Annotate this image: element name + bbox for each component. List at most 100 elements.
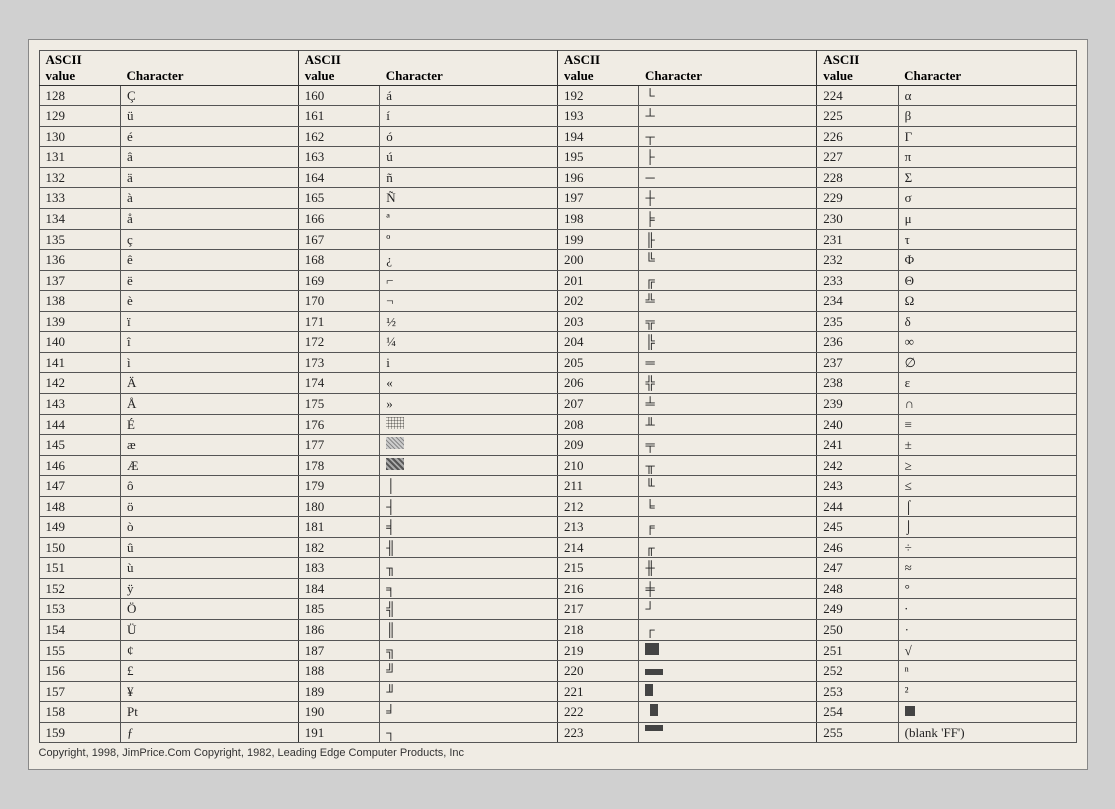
cell-char-1-1: í bbox=[380, 106, 558, 127]
cell-char-17-3: ± bbox=[898, 435, 1076, 456]
cell-char-0-3: α bbox=[898, 85, 1076, 106]
cell-char-21-3: ⌡ bbox=[898, 517, 1076, 538]
cell-char-13-0: ì bbox=[120, 352, 298, 373]
cell-val-3-0: 131 bbox=[39, 147, 120, 168]
table-row: 146Æ178210╥242≥ bbox=[39, 455, 1076, 476]
cell-val-8-3: 232 bbox=[817, 250, 898, 271]
cell-val-20-1: 180 bbox=[298, 496, 379, 517]
cell-char-14-3: ε bbox=[898, 373, 1076, 394]
table-row: 142Ä174«206╬238ε bbox=[39, 373, 1076, 394]
cell-char-9-2: ╔ bbox=[639, 270, 817, 291]
cell-val-22-3: 246 bbox=[817, 537, 898, 558]
cell-val-8-2: 200 bbox=[557, 250, 638, 271]
col4-char: Character bbox=[898, 50, 1076, 85]
cell-char-2-3: Γ bbox=[898, 126, 1076, 147]
cell-val-15-2: 207 bbox=[557, 393, 638, 414]
cell-char-14-0: Ä bbox=[120, 373, 298, 394]
cell-val-26-2: 218 bbox=[557, 619, 638, 640]
table-row: 151ù183╖215╫247≈ bbox=[39, 558, 1076, 579]
table-row: 130é162ó194┬226Γ bbox=[39, 126, 1076, 147]
cell-char-3-1: ú bbox=[380, 147, 558, 168]
cell-char-26-0: Ü bbox=[120, 619, 298, 640]
table-row: 159ƒ191┐223255(blank 'FF') bbox=[39, 722, 1076, 743]
cell-val-26-3: 250 bbox=[817, 619, 898, 640]
cell-val-18-3: 242 bbox=[817, 455, 898, 476]
cell-val-15-1: 175 bbox=[298, 393, 379, 414]
table-row: 150û182╢214╓246÷ bbox=[39, 537, 1076, 558]
cell-char-21-0: ò bbox=[120, 517, 298, 538]
cell-char-1-2: ┴ bbox=[639, 106, 817, 127]
cell-char-25-1: ╣ bbox=[380, 599, 558, 620]
cell-char-27-0: ¢ bbox=[120, 640, 298, 661]
page-container: ASCIIvalue Character ASCIIvalue Characte… bbox=[28, 39, 1088, 771]
cell-char-29-0: ¥ bbox=[120, 681, 298, 702]
cell-char-7-1: º bbox=[380, 229, 558, 250]
cell-val-17-1: 177 bbox=[298, 435, 379, 456]
table-row: 152ÿ184╕216╪248° bbox=[39, 578, 1076, 599]
cell-val-24-0: 152 bbox=[39, 578, 120, 599]
cell-val-23-3: 247 bbox=[817, 558, 898, 579]
table-row: 140î172¼204╠236∞ bbox=[39, 332, 1076, 353]
cell-char-16-0: É bbox=[120, 414, 298, 435]
table-row: 145æ177209╤241± bbox=[39, 435, 1076, 456]
cell-val-25-3: 249 bbox=[817, 599, 898, 620]
cell-char-5-1: Ñ bbox=[380, 188, 558, 209]
cell-val-10-0: 138 bbox=[39, 291, 120, 312]
cell-char-7-0: ç bbox=[120, 229, 298, 250]
cell-val-11-0: 139 bbox=[39, 311, 120, 332]
cell-char-8-3: Φ bbox=[898, 250, 1076, 271]
cell-char-24-1: ╕ bbox=[380, 578, 558, 599]
cell-val-31-3: 255 bbox=[817, 722, 898, 743]
cell-val-16-3: 240 bbox=[817, 414, 898, 435]
col2-char: Character bbox=[380, 50, 558, 85]
cell-val-3-3: 227 bbox=[817, 147, 898, 168]
cell-val-29-2: 221 bbox=[557, 681, 638, 702]
cell-char-11-3: δ bbox=[898, 311, 1076, 332]
copyright-text: Copyright, 1998, JimPrice.Com Copyright,… bbox=[39, 747, 1077, 759]
cell-val-17-0: 145 bbox=[39, 435, 120, 456]
cell-char-22-0: û bbox=[120, 537, 298, 558]
cell-char-23-2: ╫ bbox=[639, 558, 817, 579]
cell-val-18-0: 146 bbox=[39, 455, 120, 476]
cell-val-2-3: 226 bbox=[817, 126, 898, 147]
cell-char-8-1: ¿ bbox=[380, 250, 558, 271]
cell-val-15-3: 239 bbox=[817, 393, 898, 414]
cell-val-16-2: 208 bbox=[557, 414, 638, 435]
cell-char-26-3: · bbox=[898, 619, 1076, 640]
cell-char-10-3: Ω bbox=[898, 291, 1076, 312]
cell-val-31-2: 223 bbox=[557, 722, 638, 743]
cell-char-0-1: á bbox=[380, 85, 558, 106]
cell-val-3-1: 163 bbox=[298, 147, 379, 168]
table-row: 158Pt190╛222254 bbox=[39, 702, 1076, 723]
cell-char-0-2: └ bbox=[639, 85, 817, 106]
cell-val-5-1: 165 bbox=[298, 188, 379, 209]
cell-char-30-3 bbox=[898, 702, 1076, 723]
cell-val-5-3: 229 bbox=[817, 188, 898, 209]
table-row: 141ì173i205═237∅ bbox=[39, 352, 1076, 373]
cell-char-2-2: ┬ bbox=[639, 126, 817, 147]
cell-char-19-2: ╙ bbox=[639, 476, 817, 497]
cell-val-12-2: 204 bbox=[557, 332, 638, 353]
cell-char-31-0: ƒ bbox=[120, 722, 298, 743]
cell-char-9-3: Θ bbox=[898, 270, 1076, 291]
cell-val-6-1: 166 bbox=[298, 209, 379, 230]
cell-char-19-1: │ bbox=[380, 476, 558, 497]
cell-char-5-2: ┼ bbox=[639, 188, 817, 209]
cell-val-22-0: 150 bbox=[39, 537, 120, 558]
cell-val-20-2: 212 bbox=[557, 496, 638, 517]
table-row: 134å166ª198╞230μ bbox=[39, 209, 1076, 230]
cell-char-15-0: Å bbox=[120, 393, 298, 414]
cell-val-26-0: 154 bbox=[39, 619, 120, 640]
cell-char-30-1: ╛ bbox=[380, 702, 558, 723]
cell-char-21-1: ╡ bbox=[380, 517, 558, 538]
cell-val-13-3: 237 bbox=[817, 352, 898, 373]
cell-char-31-2 bbox=[639, 722, 817, 743]
cell-val-24-1: 184 bbox=[298, 578, 379, 599]
cell-val-7-2: 199 bbox=[557, 229, 638, 250]
col1-ascii-val: ASCIIvalue bbox=[39, 50, 120, 85]
table-row: 147ô179│211╙243≤ bbox=[39, 476, 1076, 497]
cell-val-4-3: 228 bbox=[817, 167, 898, 188]
cell-char-19-0: ô bbox=[120, 476, 298, 497]
cell-val-29-3: 253 bbox=[817, 681, 898, 702]
cell-val-17-2: 209 bbox=[557, 435, 638, 456]
